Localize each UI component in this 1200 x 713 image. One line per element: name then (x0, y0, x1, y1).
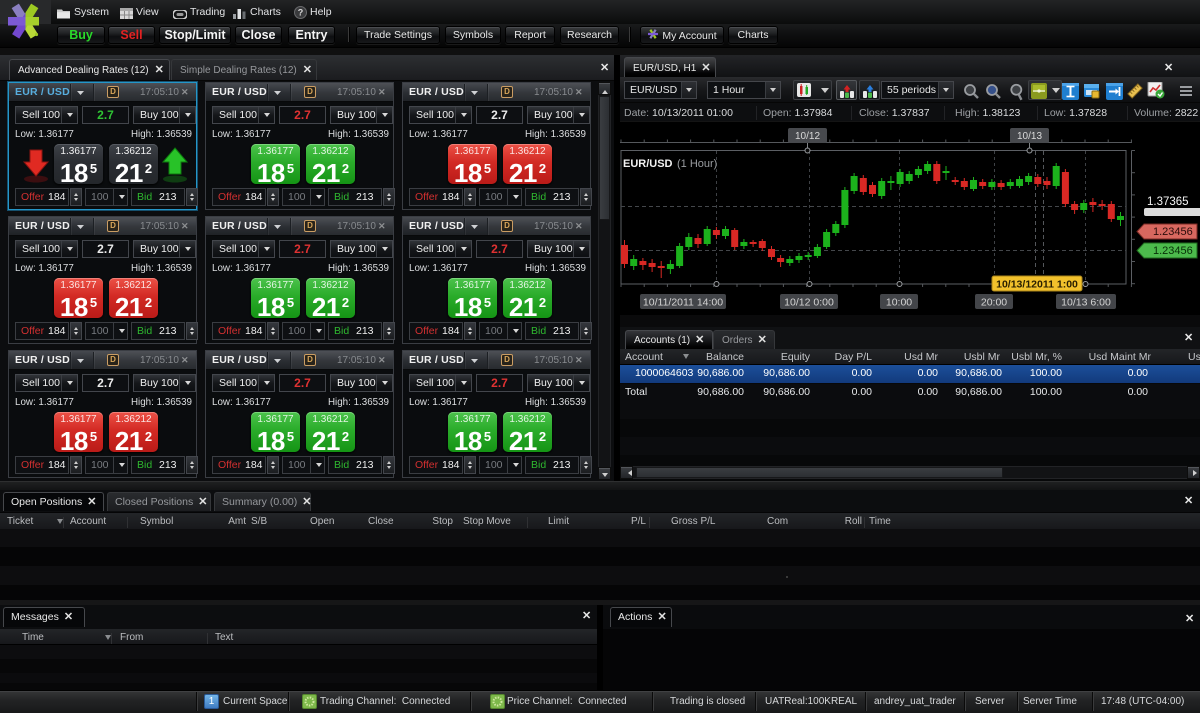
svg-text:10/13: 10/13 (1017, 131, 1042, 142)
svg-text:(1 Hour): (1 Hour) (677, 158, 717, 170)
svg-text:10/12: 10/12 (795, 131, 820, 142)
svg-text:EUR/USD: EUR/USD (623, 158, 673, 170)
svg-text:?: ? (298, 8, 304, 18)
svg-text:10/13/12011 1:00: 10/13/12011 1:00 (996, 279, 1078, 291)
svg-text:10/13 6:00: 10/13 6:00 (1061, 297, 1111, 309)
svg-text:1.23456: 1.23456 (1153, 245, 1193, 257)
svg-text:1.37365: 1.37365 (1147, 196, 1189, 208)
svg-text:10:00: 10:00 (886, 297, 912, 309)
svg-text:20:00: 20:00 (981, 297, 1007, 309)
svg-text:10/11/2011 14:00: 10/11/2011 14:00 (643, 297, 723, 309)
svg-text:10/12 0:00: 10/12 0:00 (784, 297, 834, 309)
svg-text:1.23456: 1.23456 (1153, 226, 1193, 238)
